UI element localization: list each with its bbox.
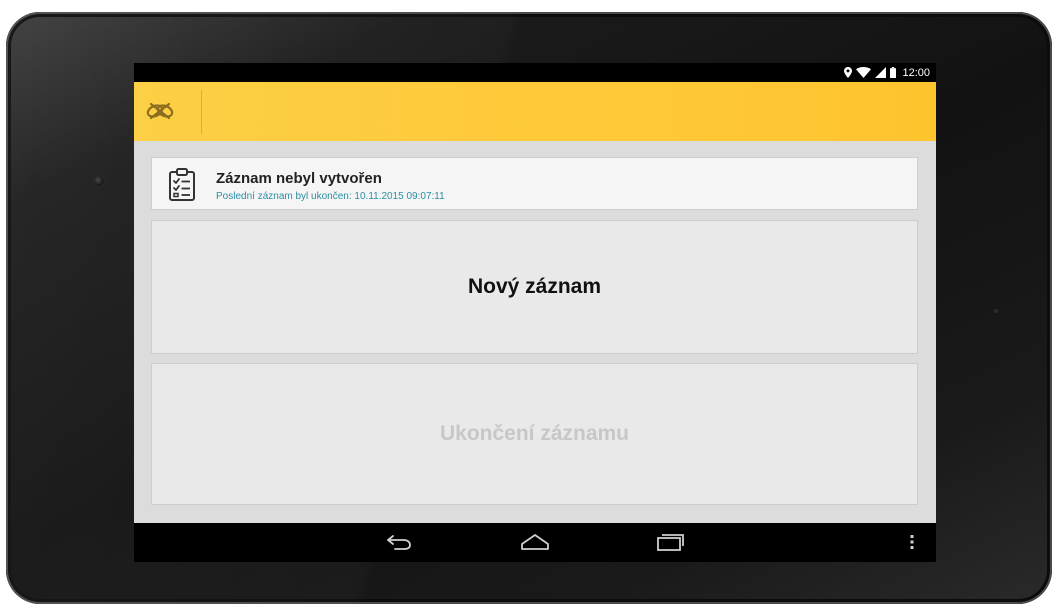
end-record-button[interactable]: Ukončení záznamu <box>151 363 918 505</box>
app-logo-icon[interactable] <box>145 99 175 123</box>
record-status-card: Záznam nebyl vytvořen Poslední záznam by… <box>151 157 918 210</box>
recent-apps-icon <box>657 534 684 551</box>
signal-icon <box>875 67 887 78</box>
location-icon <box>844 67 853 78</box>
front-camera <box>94 176 104 186</box>
status-clock: 12:00 <box>902 66 930 79</box>
back-button[interactable] <box>384 531 414 553</box>
home-icon <box>521 534 549 550</box>
status-icons: 12:00 <box>844 66 930 79</box>
clipboard-checklist-icon <box>169 168 195 201</box>
back-icon <box>387 535 411 550</box>
battery-icon <box>890 67 897 78</box>
overflow-menu-icon <box>910 535 914 549</box>
new-record-button[interactable]: Nový záznam <box>151 220 918 354</box>
status-bar: 12:00 <box>134 63 936 82</box>
device-screen: 12:00 Záznam nebyl vytvořen Poslední záz… <box>134 63 936 562</box>
wifi-icon <box>856 67 872 78</box>
app-bar-divider <box>201 90 202 134</box>
record-status-title: Záznam nebyl vytvořen <box>216 170 382 187</box>
light-sensor <box>994 309 998 313</box>
recent-apps-button[interactable] <box>654 531 686 553</box>
last-record-info: Poslední záznam byl ukončen: 10.11.2015 … <box>216 191 445 202</box>
navigation-bar <box>134 523 936 562</box>
home-button[interactable] <box>518 531 552 553</box>
overflow-menu-button[interactable] <box>906 531 918 553</box>
main-content: Záznam nebyl vytvořen Poslední záznam by… <box>134 141 936 523</box>
app-bar <box>134 82 936 141</box>
